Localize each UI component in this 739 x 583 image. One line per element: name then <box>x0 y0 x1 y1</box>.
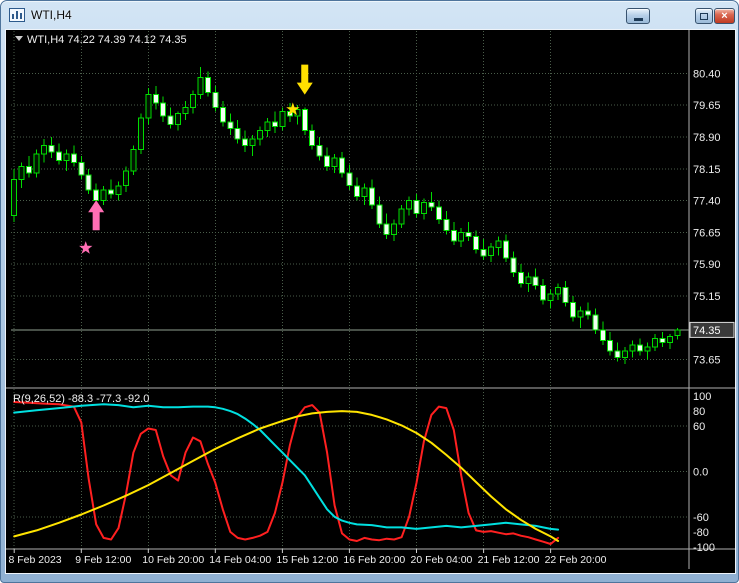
indicator-axis-label: 0.0 <box>693 467 708 479</box>
time-axis-label: 9 Feb 12:00 <box>75 554 131 566</box>
close-button[interactable]: × <box>714 8 735 24</box>
time-axis-label: 15 Feb 12:00 <box>276 554 338 566</box>
grid <box>11 31 689 549</box>
indicator-axis-label: -100 <box>693 542 715 554</box>
ohlc-info-label: WTI,H4 74.22 74.39 74.12 74.35 <box>27 34 187 46</box>
time-axis-label: 22 Feb 20:00 <box>545 554 607 566</box>
indicator-axis[interactable]: 100 80 60 0.0 -60 -80 -100 <box>693 391 715 554</box>
time-axis-label: 21 Feb 12:00 <box>478 554 540 566</box>
indicator-info-label: R(9,26,52) -88.3 -77.3 -92.0 <box>13 393 149 405</box>
price-axis[interactable]: 80.40 79.65 78.90 78.15 77.40 76.65 75.90 75.15… <box>689 68 735 367</box>
chart-window: WTI,H4 × 80.40 79.65 78.90 78.15 77.40 76.65 7… <box>0 0 739 583</box>
time-axis-label: 16 Feb 20:00 <box>343 554 405 566</box>
minimize-button[interactable] <box>626 8 650 24</box>
pane-frames <box>6 30 735 569</box>
minimize-icon <box>633 18 643 21</box>
trade-markers <box>79 64 313 254</box>
current-price-label: 74.35 <box>693 325 721 337</box>
time-axis-label: 20 Feb 04:00 <box>411 554 473 566</box>
price-axis-label: 79.65 <box>693 100 721 112</box>
indicator-axis-label: 100 <box>693 391 711 403</box>
overlay-labels: WTI,H4 74.22 74.39 74.12 74.35 R(9,26,52)… <box>13 34 187 405</box>
price-axis-label: 77.40 <box>693 196 721 208</box>
time-axis-label: 8 Feb 2023 <box>9 554 62 566</box>
indicator-axis-label: 60 <box>693 421 705 433</box>
price-axis-label: 75.15 <box>693 291 721 303</box>
candlesticks <box>11 67 681 364</box>
chart-canvas[interactable]: 80.40 79.65 78.90 78.15 77.40 76.65 75.90 75.15… <box>6 30 735 573</box>
sell-arrow <box>296 64 313 95</box>
oscillator-pane <box>13 401 560 545</box>
window-chart-icon <box>9 8 25 22</box>
close-icon: × <box>721 9 728 22</box>
time-axis[interactable]: 8 Feb 2023 9 Feb 12:00 10 Feb 20:00 14 Feb … <box>9 549 607 566</box>
chart-client-area: 80.40 79.65 78.90 78.15 77.40 76.65 75.90 75.15… <box>5 29 736 574</box>
price-axis-label: 78.90 <box>693 132 721 144</box>
indicator-axis-label: 80 <box>693 406 705 418</box>
price-axis-label: 80.40 <box>693 68 721 80</box>
indicator-axis-label: -60 <box>693 512 709 524</box>
restore-icon <box>700 12 708 20</box>
time-axis-label: 14 Feb 04:00 <box>209 554 271 566</box>
titlebar[interactable]: WTI,H4 × <box>1 1 738 29</box>
time-axis-label: 10 Feb 20:00 <box>142 554 204 566</box>
restore-button[interactable] <box>695 8 713 24</box>
price-axis-label: 76.65 <box>693 227 721 239</box>
symbol-dropdown-icon[interactable] <box>15 36 23 41</box>
buy-arrow <box>88 200 105 231</box>
indicator-axis-label: -80 <box>693 527 709 539</box>
price-axis-label: 78.15 <box>693 164 721 176</box>
price-axis-label: 75.90 <box>693 259 721 271</box>
price-axis-label: 73.65 <box>693 355 721 367</box>
r9-line <box>13 401 560 545</box>
window-title: WTI,H4 <box>31 8 72 22</box>
